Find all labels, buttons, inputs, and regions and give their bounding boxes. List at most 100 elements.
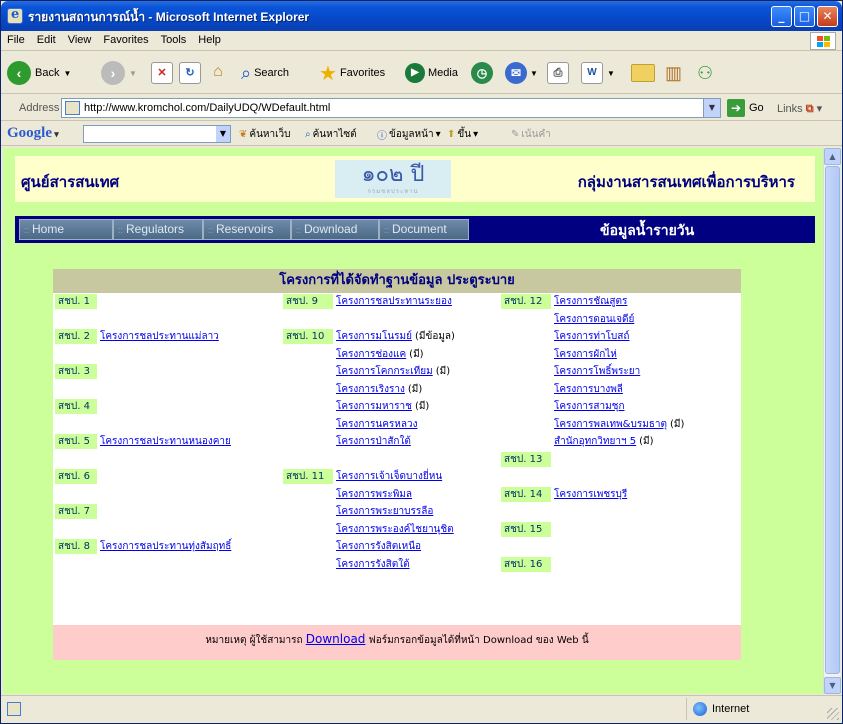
project-link[interactable]: โครงการนครหลวง — [336, 417, 417, 432]
edit-button[interactable]: W ▼ — [581, 60, 615, 86]
status-bar: Internet — [1, 695, 842, 723]
back-label: Back — [35, 67, 60, 79]
project-link[interactable]: โครงการรังสิตใต้ — [336, 557, 410, 572]
menu-help[interactable]: Help — [192, 31, 227, 49]
refresh-button[interactable]: ↻ — [179, 60, 201, 86]
project-link[interactable]: โครงการเพชรบุรี — [554, 487, 627, 502]
page-viewport: ศูนย์สารสนเทศ ๑๐๒ ปี กรมชลประทาน กลุ่มงา… — [3, 148, 823, 694]
nav-reservoirs[interactable]: :: Reservoirs — [203, 219, 291, 240]
links-button[interactable]: Links ⧉ ▾ — [777, 102, 822, 116]
resize-grip-icon[interactable] — [827, 708, 839, 720]
project-link[interactable]: โครงการมโนรมย์ (มีข้อมูล) — [336, 329, 455, 344]
up-button[interactable]: ⬆ ขึ้น ▾ — [447, 127, 478, 142]
nav-page-title: ข้อมูลน้ำรายวัน — [600, 223, 695, 239]
footer-download-link[interactable]: Download — [306, 632, 366, 646]
project-link[interactable]: โครงการเริงราง (มี) — [336, 382, 422, 397]
mail-dropdown-icon[interactable]: ▼ — [530, 69, 538, 78]
media-icon: ▶ — [405, 63, 425, 83]
project-link[interactable]: โครงการพระพิมล — [336, 487, 412, 502]
logo-subtext: กรมชลประทาน — [367, 188, 419, 195]
nav-download[interactable]: :: Download — [291, 219, 379, 240]
title-bar[interactable]: รายงานสถานการณ์น้ำ - Microsoft Internet … — [1, 1, 842, 31]
favorites-button[interactable]: ★ Favorites — [319, 60, 385, 86]
messenger-button[interactable]: ⚇ — [697, 60, 713, 86]
project-name: โครงการบางพลี — [554, 383, 623, 395]
windows-logo-icon — [810, 32, 836, 50]
google-search-input[interactable]: ▼ — [83, 125, 231, 143]
project-link[interactable]: โครงการช่องแค (มี) — [336, 347, 424, 362]
home-button[interactable]: ⌂ — [207, 60, 229, 86]
messenger-icon: ⚇ — [697, 62, 714, 83]
project-link[interactable]: โครงการสามชุก — [554, 399, 625, 414]
page-info-button[interactable]: ⓘ ข้อมูลหน้า ▾ — [377, 127, 441, 142]
search-button[interactable]: ⌕ Search — [241, 60, 289, 86]
region-label: สชป. 4 — [55, 399, 97, 414]
google-logo[interactable]: Google ▾ — [7, 125, 59, 142]
maximize-button[interactable]: □ — [794, 6, 815, 27]
project-link[interactable]: โครงการชัณสูตร — [554, 294, 627, 309]
project-link[interactable]: โครงการป่าสักใต้ — [336, 434, 411, 449]
project-link[interactable]: โครงการชลประทานแม่ลาว — [100, 329, 219, 344]
project-link[interactable]: สำนักอุทกวิทยาฯ 5 (มี) — [554, 434, 654, 449]
project-link[interactable]: โครงการชลประทานหนองคาย — [100, 434, 231, 449]
address-url[interactable]: http://www.kromchol.com/DailyUDQ/WDefaul… — [84, 102, 330, 114]
research-button[interactable]: ▥ — [665, 60, 682, 86]
project-link[interactable]: โครงการชลประทานทุ่งสัมฤทธิ์ — [100, 539, 231, 554]
minimize-button[interactable]: _ — [771, 6, 792, 27]
address-input[interactable]: http://www.kromchol.com/DailyUDQ/WDefaul… — [61, 98, 721, 118]
project-link[interactable]: โครงการผักไห่ — [554, 347, 617, 362]
vertical-scrollbar[interactable]: ▲ ▼ — [823, 148, 841, 694]
forward-dropdown-icon[interactable]: ▼ — [129, 69, 137, 78]
project-name: โครงการรังสิตใต้ — [336, 558, 410, 570]
close-button[interactable]: ✕ — [817, 6, 838, 27]
menu-view[interactable]: View — [62, 31, 98, 49]
stop-button[interactable]: ✕ — [151, 60, 173, 86]
history-button[interactable]: ◷ — [471, 60, 493, 86]
menu-edit[interactable]: Edit — [31, 31, 62, 49]
project-link[interactable]: โครงการดอนเจดีย์ — [554, 312, 634, 327]
stop-icon: ✕ — [151, 62, 173, 84]
project-link[interactable]: โครงการรังสิตเหนือ — [336, 539, 421, 554]
project-link[interactable]: โครงการพระองค์ไชยานุชิต — [336, 522, 454, 537]
project-link[interactable]: โครงการท่าโบสถ์ — [554, 329, 629, 344]
project-link[interactable]: โครงการมหาราช (มี) — [336, 399, 429, 414]
folder-button[interactable] — [631, 60, 655, 86]
region-label: สชป. 6 — [55, 469, 97, 484]
menu-file[interactable]: File — [1, 31, 31, 49]
address-dropdown-icon[interactable]: ▼ — [703, 99, 720, 117]
highlight-button[interactable]: ✎ เน้นคำ — [511, 127, 551, 142]
menu-favorites[interactable]: Favorites — [97, 31, 154, 49]
up-label: ขึ้น — [457, 129, 472, 140]
go-button[interactable]: ➔ Go — [727, 99, 764, 117]
project-link[interactable]: โครงการพลเทพ&บรมธาตุ (มี) — [554, 417, 684, 432]
project-note: (มี) — [409, 348, 424, 360]
back-button[interactable]: ‹ Back ▼ — [7, 60, 71, 86]
search-site-button[interactable]: ⌕ ค้นหาไซต์ — [305, 127, 357, 142]
google-search-dropdown-icon[interactable]: ▼ — [216, 126, 230, 142]
nav-regulators[interactable]: :: Regulators — [113, 219, 203, 240]
page-footer-note: หมายเหตุ ผู้ใช้สามารถ Download ฟอร์มกรอก… — [53, 625, 741, 660]
forward-button[interactable]: › ▼ — [101, 60, 137, 86]
scroll-thumb[interactable] — [825, 166, 840, 674]
nav-home[interactable]: :: Home — [19, 219, 113, 240]
nav-dots-icon: :: — [118, 225, 124, 235]
search-web-button[interactable]: ❦ ค้นหาเว็บ — [239, 127, 291, 142]
scroll-down-button[interactable]: ▼ — [824, 677, 841, 694]
nav-document[interactable]: :: Document — [379, 219, 469, 240]
print-button[interactable]: ⎙ — [547, 60, 569, 86]
project-link[interactable]: โครงการพระยาบรรลือ — [336, 504, 433, 519]
project-link[interactable]: โครงการโคกกระเทียม (มี) — [336, 364, 450, 379]
search-web-label: ค้นหาเว็บ — [249, 129, 291, 140]
mail-button[interactable]: ✉ ▼ — [505, 60, 538, 86]
binoculars-icon: ❦ — [239, 129, 248, 140]
menu-tools[interactable]: Tools — [155, 31, 193, 49]
project-link[interactable]: โครงการบางพลี — [554, 382, 623, 397]
back-dropdown-icon[interactable]: ▼ — [63, 69, 71, 78]
project-link[interactable]: โครงการเจ้าเจ็ดบางยี่หน — [336, 469, 442, 484]
favorites-star-icon: ★ — [319, 62, 337, 85]
edit-dropdown-icon[interactable]: ▼ — [607, 69, 615, 78]
project-link[interactable]: โครงการชลประทานระยอง — [336, 294, 452, 309]
scroll-up-button[interactable]: ▲ — [824, 148, 841, 165]
media-button[interactable]: ▶ Media — [405, 60, 458, 86]
project-link[interactable]: โครงการโพธิ์พระยา — [554, 364, 640, 379]
